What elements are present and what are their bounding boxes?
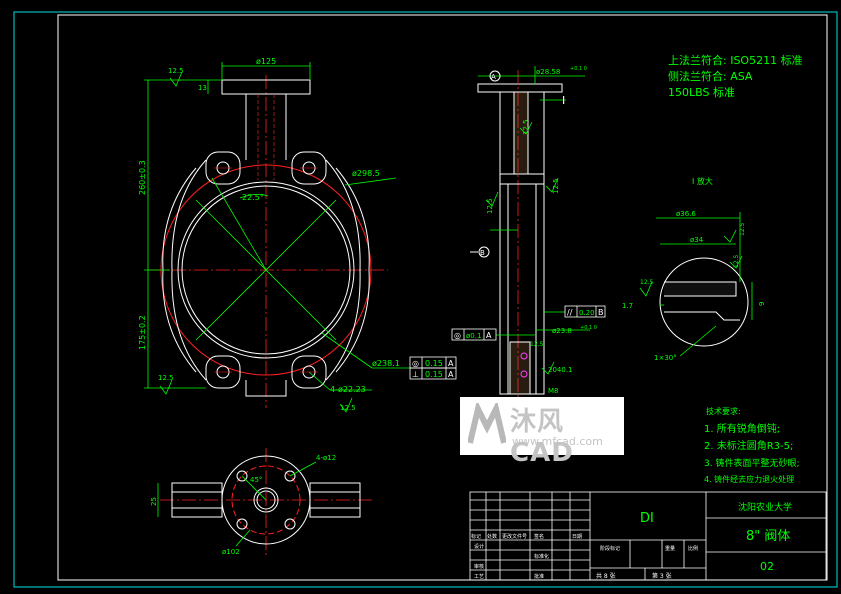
det-r1: 12.5 <box>739 222 746 236</box>
side-view <box>470 66 590 400</box>
bottom-angle: 45° <box>250 476 262 484</box>
tb-approve: 批准 <box>534 573 544 580</box>
gdt1-ref: A <box>448 359 454 368</box>
det-d1: ø36.6 <box>676 210 696 218</box>
watermark-logo-icon <box>468 403 506 444</box>
watermark-url: www.mfcad.com <box>512 435 603 448</box>
gdt1-value: 0.15 <box>425 359 443 368</box>
par-symbol: // <box>567 308 573 317</box>
tb-part-name: 8" 阀体 <box>746 529 790 544</box>
tb-stage: 阶段标记 <box>600 545 620 552</box>
det-chamfer: 1×30° <box>654 354 677 362</box>
tb-hdr-3: 更改文件号 <box>502 533 527 540</box>
tb-scale: 比例 <box>688 545 698 552</box>
dim-stem-tol: +0.1 0 <box>570 66 587 72</box>
bottom-view <box>157 448 372 556</box>
tech-title: 技术要求: <box>706 406 741 416</box>
dim-top-roughness: 12.5 <box>168 67 184 75</box>
tb-hdr-4: 签名 <box>534 533 544 540</box>
tb-row-3: 审核 <box>474 563 484 570</box>
gdt1-symbol: ◎ <box>412 359 419 368</box>
dim-bot-rough: 12.5 <box>530 341 544 348</box>
gdt2-symbol: ⊥ <box>412 370 419 379</box>
tech-note-4: 4. 铸件经去应力退火处理 <box>704 474 794 484</box>
dim-left-rough: 12.5 <box>158 374 174 382</box>
dim-bore: ø298.5 <box>352 169 380 178</box>
bottom-height: 25 <box>150 497 158 506</box>
tb-hdr-5: 日期 <box>572 534 582 540</box>
tb-hdr-2: 处数 <box>487 533 497 540</box>
det-l1: 1.7 <box>622 302 633 310</box>
dim-stem-r3: 12.5 <box>486 198 494 214</box>
tech-note-1: 1. 所有锐角倒钝; <box>704 422 780 435</box>
tb-row-2: 标准化 <box>534 553 549 560</box>
spec-line-1: 上法兰符合: ISO5211 标准 <box>668 53 803 67</box>
tb-sheet-total: 共 8 张 <box>596 572 616 580</box>
detail-view <box>639 212 753 357</box>
det-r3: 12.5 <box>640 279 654 286</box>
tb-weight: 重量 <box>665 545 675 552</box>
dim-outer: ø238.1 <box>372 359 400 368</box>
det-d2: ø34 <box>690 236 704 244</box>
gdt2-value: 0.15 <box>425 370 443 379</box>
tb-drawing-no: 02 <box>760 560 774 573</box>
tb-row-4: 工艺 <box>474 574 484 580</box>
tech-note-3: 3. 铸件表面平整无砂眼; <box>704 457 799 469</box>
dim-overall-down: 175±0.2 <box>138 315 147 350</box>
dim-stem-bot-tol: +0.1 0 <box>580 325 597 331</box>
cad-drawing: ø125 12.5 13 260±0.3 175±0.2 ø298.5 22.5… <box>13 11 838 588</box>
conc-value: ø0.1 <box>466 332 481 340</box>
section-mark: I <box>562 94 565 107</box>
tb-sheet-no: 第 3 张 <box>652 572 672 580</box>
spec-line-2: 侧法兰符合: ASA <box>668 69 753 83</box>
dim-stem-r1: 12.5 <box>522 119 530 135</box>
par-ref: B <box>598 308 604 317</box>
dim-bore-angle: 22.5° <box>242 193 264 202</box>
dim-flange-thickness: 13 <box>198 84 207 92</box>
dim-bolt-rough: 12.5 <box>340 404 356 412</box>
front-view <box>144 62 410 413</box>
conc-symbol: ◎ <box>454 331 461 340</box>
dim-bot-thread: M8 <box>548 387 559 395</box>
datum-b: B <box>480 249 485 257</box>
spec-line-3: 150LBS 标准 <box>668 85 735 99</box>
dim-holes: 4-ø22.23 <box>330 385 366 394</box>
dim-stem-bot: ø23.8 <box>552 327 572 335</box>
datum-a: A <box>491 73 496 81</box>
gdt2-ref: A <box>448 370 454 379</box>
tb-hdr-1: 标记 <box>471 533 481 540</box>
tb-school: 沈阳农业大学 <box>738 501 792 513</box>
watermark-box: 沐风CAD www.mfcad.com <box>460 397 624 468</box>
par-value: 0.20 <box>579 309 595 317</box>
inner-frame <box>57 14 828 581</box>
tb-material: DI <box>640 511 654 526</box>
conc-ref: A <box>486 331 492 340</box>
bottom-pcd: ø102 <box>222 548 240 556</box>
tech-note-2: 2. 未标注圆角R3-5; <box>704 439 793 452</box>
dim-top-width: ø125 <box>256 57 276 66</box>
bottom-holes: 4-ø12 <box>316 454 336 462</box>
dim-stem-top: ø28.58 <box>536 68 560 76</box>
dim-overall-up: 260±0.3 <box>138 160 147 195</box>
det-l2: 9 <box>758 302 766 306</box>
dim-bot-len: 2040.1 <box>548 366 573 374</box>
dim-stem-r2: 12.5 <box>552 178 560 194</box>
det-r2: 12.5 <box>733 254 740 268</box>
tb-row-1: 设计 <box>474 543 484 550</box>
detail-title: I 放大 <box>692 176 713 186</box>
